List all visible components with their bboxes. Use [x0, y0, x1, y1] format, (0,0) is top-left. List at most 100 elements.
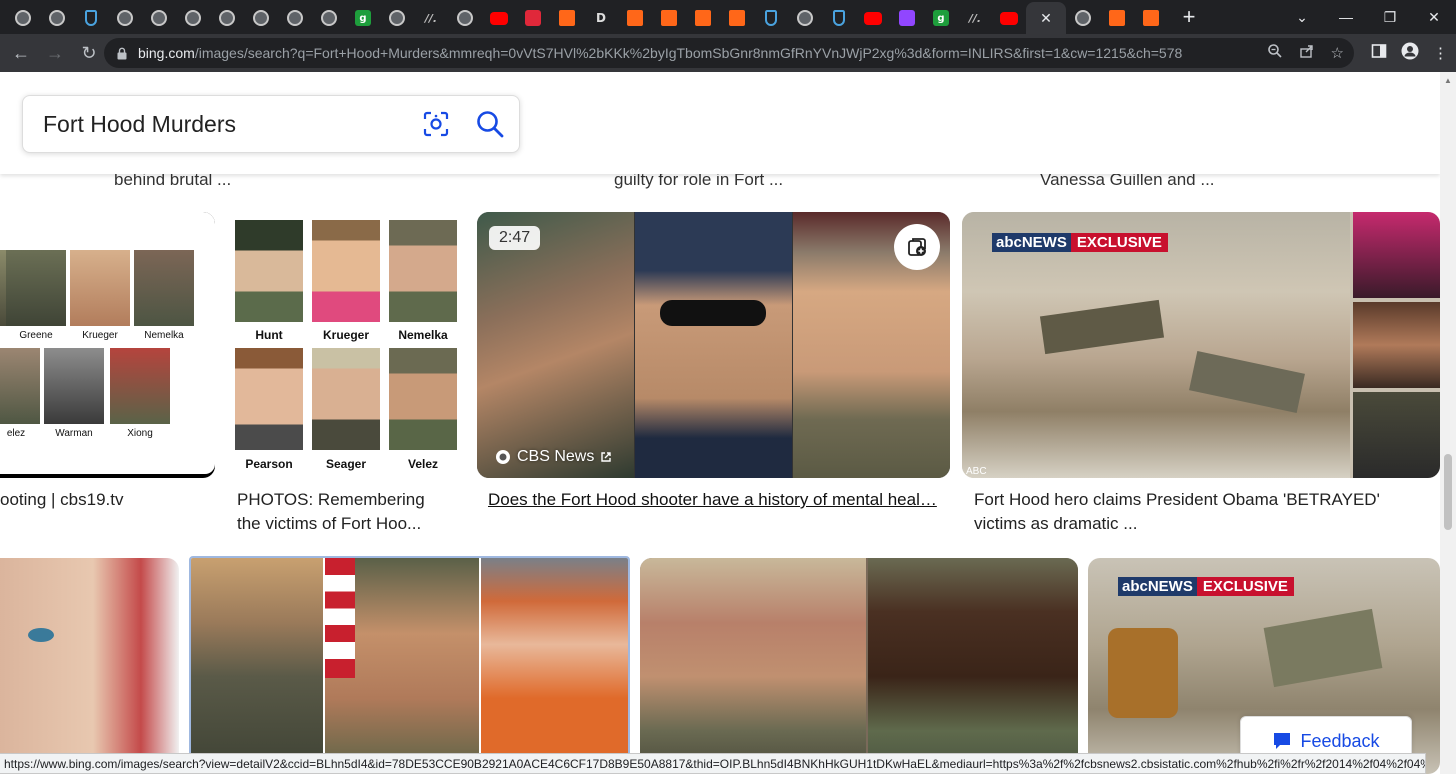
scene-detail [1263, 608, 1383, 688]
bing-images-page: behind brutal ... guilty for role in For… [0, 72, 1456, 774]
browser-tab[interactable] [210, 3, 244, 33]
search-icon[interactable] [475, 109, 505, 139]
browser-tab[interactable] [720, 3, 754, 33]
browser-tab[interactable] [40, 3, 74, 33]
new-tab-button[interactable]: + [1172, 4, 1206, 30]
youtube-icon [864, 11, 882, 25]
page-scrollbar[interactable]: ▲ [1440, 72, 1456, 774]
red-app-icon [525, 10, 541, 26]
substack-icon [559, 10, 575, 26]
scroll-up-arrow-icon[interactable]: ▲ [1443, 76, 1453, 86]
caption-line: victims as dramatic ... [974, 514, 1138, 533]
scrollbar-thumb[interactable] [1444, 454, 1452, 530]
youtube-icon [490, 11, 508, 25]
video-duration-badge: 2:47 [489, 226, 541, 250]
youtube-icon [1000, 11, 1018, 25]
abc-news-exclusive-badge: abcNEWS EXCLUSIVE [992, 233, 1168, 252]
substack-icon [1143, 10, 1159, 26]
image-result-card[interactable]: Greene Krueger Nemelka elez Warman Xiong [0, 212, 215, 478]
url-text: bing.com/images/search?q=Fort+Hood+Murde… [138, 45, 1248, 61]
browser-tab[interactable] [1066, 3, 1100, 33]
side-panel-icon[interactable] [1371, 43, 1387, 63]
browser-tab[interactable]: D [584, 3, 618, 33]
visual-search-icon[interactable] [423, 111, 449, 137]
browser-tab[interactable] [482, 3, 516, 33]
browser-tab[interactable] [448, 3, 482, 33]
result-caption[interactable]: Fort Hood hero claims President Obama 'B… [974, 488, 1380, 536]
feedback-icon [1274, 733, 1291, 749]
video-source-label[interactable]: CBS News [495, 448, 612, 466]
browser-tab[interactable]: //. [958, 3, 992, 33]
address-bar[interactable]: bing.com/images/search?q=Fort+Hood+Murde… [104, 38, 1354, 68]
browser-tab[interactable] [244, 3, 278, 33]
forward-button[interactable]: → [40, 38, 70, 68]
victim-photo [312, 348, 380, 450]
share-icon[interactable] [1299, 43, 1315, 63]
url-path: /images/search?q=Fort+Hood+Murders&mmreq… [194, 45, 1183, 61]
globe-icon [389, 10, 405, 26]
reload-button[interactable]: ↻ [74, 38, 104, 68]
result-caption[interactable]: ooting | cbs19.tv [0, 488, 124, 512]
close-tab-icon[interactable]: ✕ [1040, 10, 1052, 27]
zoom-icon[interactable] [1267, 43, 1283, 63]
browser-tab[interactable] [108, 3, 142, 33]
browser-tab[interactable] [74, 3, 108, 33]
browser-tab[interactable] [380, 3, 414, 33]
browser-tab[interactable] [890, 3, 924, 33]
browser-tab[interactable] [278, 3, 312, 33]
eye-detail [28, 628, 54, 642]
browser-tab[interactable] [618, 3, 652, 33]
image-result-card-selected[interactable] [189, 556, 630, 774]
victim-name-label: Xiong [127, 428, 153, 439]
browser-tab[interactable] [516, 3, 550, 33]
shooter-photo [477, 212, 634, 478]
bookmark-star-icon[interactable]: ☆ [1331, 44, 1344, 62]
globe-icon [321, 10, 337, 26]
shield-icon [833, 10, 845, 26]
image-result-card[interactable] [0, 558, 179, 774]
browser-tab[interactable] [6, 3, 40, 33]
slash-icon: //. [968, 11, 982, 25]
image-result-card[interactable]: abcNEWS EXCLUSIVE ABC [962, 212, 1440, 478]
browser-tab[interactable] [856, 3, 890, 33]
substack-icon [729, 10, 745, 26]
close-window-button[interactable]: ✕ [1412, 0, 1456, 34]
video-result-card[interactable]: 2:47 CBS News [477, 212, 950, 478]
browser-tab[interactable] [788, 3, 822, 33]
browser-tab[interactable]: //. [414, 3, 448, 33]
browser-tab[interactable]: g [346, 3, 380, 33]
tab-search-chevron-icon[interactable]: ⌄ [1280, 0, 1324, 34]
browser-tab[interactable] [992, 3, 1026, 33]
result-caption-link[interactable]: Does the Fort Hood shooter have a histor… [488, 488, 937, 512]
image-result-card[interactable] [640, 558, 1078, 774]
restore-button[interactable]: ❐ [1368, 0, 1412, 34]
browser-tab-active[interactable]: ✕ [1026, 2, 1066, 34]
victim-name-label: Krueger [322, 328, 369, 342]
browser-tab[interactable] [822, 3, 856, 33]
browser-tab[interactable] [1100, 3, 1134, 33]
lock-icon [116, 47, 128, 60]
browser-tab[interactable] [550, 3, 584, 33]
browser-tab[interactable] [1134, 3, 1168, 33]
victim-name-label: Hunt [255, 328, 283, 342]
browser-tab[interactable] [176, 3, 210, 33]
add-to-collection-button[interactable] [894, 224, 940, 270]
feedback-label: Feedback [1300, 730, 1380, 751]
minimize-button[interactable]: — [1324, 0, 1368, 34]
flag-detail [325, 558, 355, 678]
browser-tab[interactable]: g [924, 3, 958, 33]
browser-tab[interactable] [686, 3, 720, 33]
url-host: bing.com [138, 45, 195, 61]
shooter-photo [635, 212, 792, 478]
result-caption[interactable]: PHOTOS: Remembering the victims of Fort … [237, 488, 425, 536]
back-button[interactable]: ← [6, 38, 36, 68]
browser-tab[interactable] [754, 3, 788, 33]
image-result-card[interactable]: Hunt Krueger Nemelka Pearson Seager Vele… [228, 212, 464, 478]
external-link-icon [601, 452, 612, 462]
browser-tab[interactable] [142, 3, 176, 33]
browser-menu-icon[interactable]: ⋮ [1433, 44, 1448, 62]
browser-tab[interactable] [312, 3, 346, 33]
browser-tab[interactable] [652, 3, 686, 33]
search-input[interactable] [43, 110, 413, 138]
profile-avatar-icon[interactable] [1401, 42, 1419, 64]
